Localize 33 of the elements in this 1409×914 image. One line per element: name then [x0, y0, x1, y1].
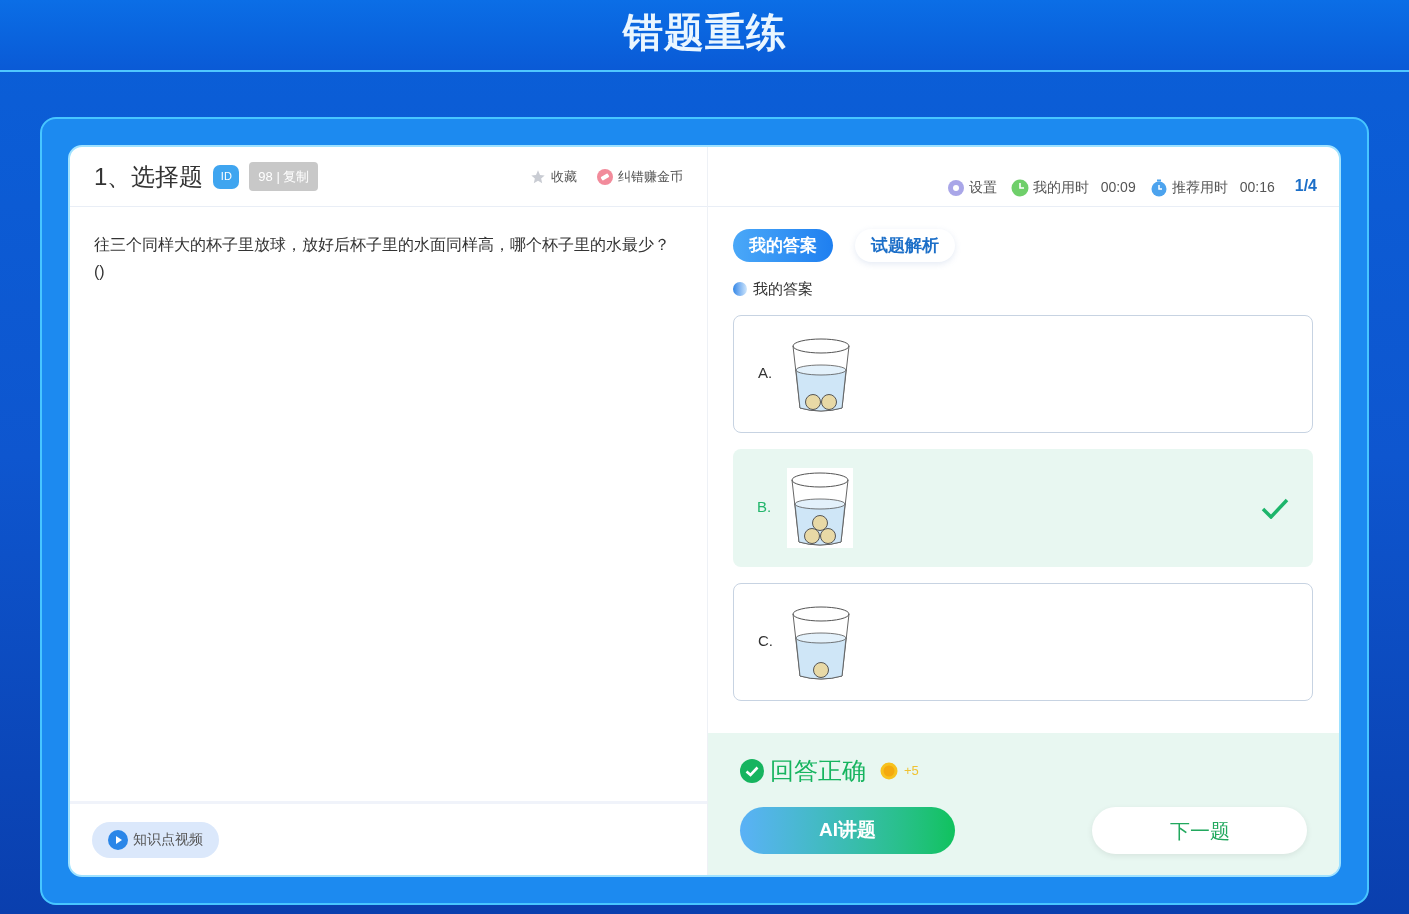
action-link[interactable]: 纠错赚金币 — [597, 166, 683, 187]
settings-icon[interactable] — [946, 178, 965, 197]
video-button[interactable]: 知识点视频 — [92, 821, 219, 858]
answer-tab[interactable]: 试题解析 — [855, 229, 955, 262]
action-link[interactable]: 收藏 — [530, 166, 577, 187]
my-time-value: 00:09 — [1100, 178, 1136, 197]
suggested-time-value: 00:16 — [1239, 178, 1275, 197]
next-question-button[interactable]: 下一题 — [1092, 807, 1307, 854]
question-text: 往三个同样大的杯子里放球，放好后杯子里的水面同样高，哪个杯子里的水最少？ () — [93, 235, 671, 282]
page-title: 错题重练 — [622, 9, 787, 56]
answer-tab[interactable]: 我的答案 — [733, 229, 833, 262]
progress-counter: 1/4 — [1294, 176, 1317, 196]
reward-text: +5 — [904, 762, 919, 781]
play-icon — [108, 829, 128, 850]
clock-icon — [1010, 178, 1029, 197]
question-heading: 1、选择题 — [94, 161, 204, 192]
id-badge[interactable]: ID — [213, 164, 240, 189]
suggested-time-label: 推荐用时 — [1171, 178, 1228, 197]
coin-icon — [880, 762, 898, 780]
my-time-label: 我的用时 — [1032, 178, 1089, 197]
check-icon — [1261, 496, 1289, 519]
section-label: 我的答案 — [753, 279, 813, 299]
answer-option[interactable]: A. — [733, 314, 1313, 433]
star-icon — [530, 168, 546, 185]
settings-label[interactable]: 设置 — [968, 177, 997, 198]
option-letter: C. — [758, 631, 774, 652]
answer-option[interactable]: C. — [733, 582, 1313, 701]
stopwatch-icon — [1149, 178, 1168, 197]
check-circle-icon — [740, 759, 764, 783]
result-text: 回答正确 — [770, 756, 866, 786]
option-letter: B. — [757, 497, 773, 518]
option-letter: A. — [758, 363, 774, 384]
eraser-icon — [597, 168, 613, 185]
